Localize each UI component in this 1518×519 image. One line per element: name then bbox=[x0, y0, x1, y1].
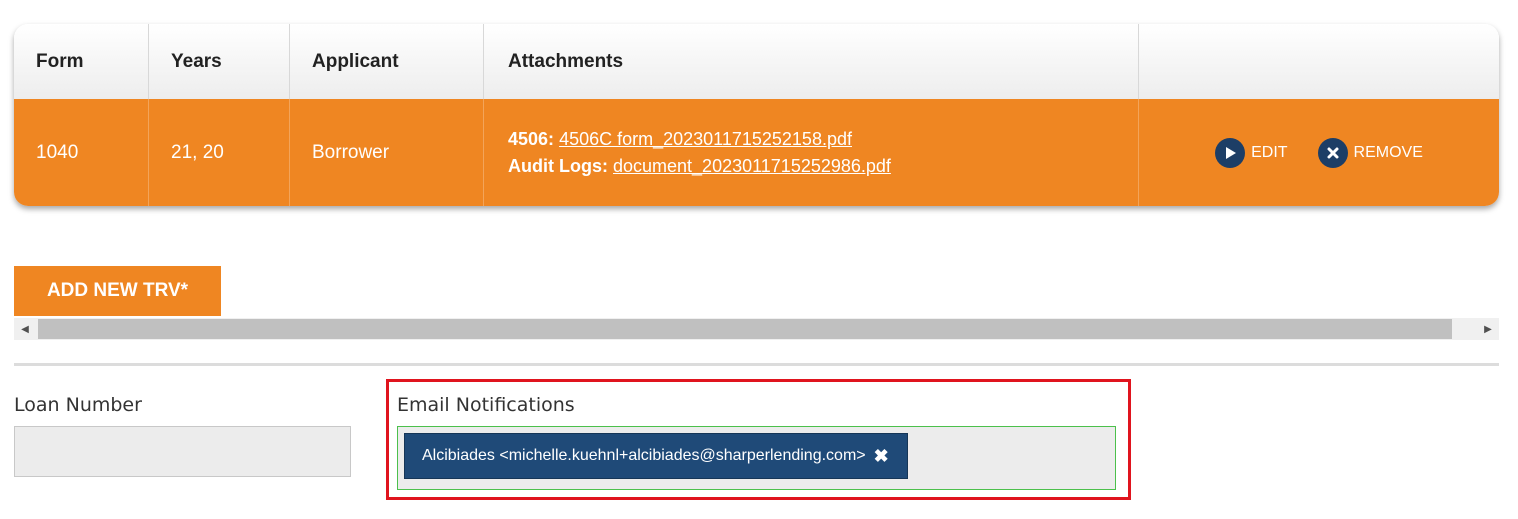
triangle-left-icon[interactable]: ◀ bbox=[14, 318, 36, 340]
x-circle-icon bbox=[1317, 137, 1348, 168]
header-years: Years bbox=[149, 24, 290, 99]
email-notifications-label: Email Notifications bbox=[397, 394, 575, 416]
attachment-link-audit-logs[interactable]: document_2023011715252986.pdf bbox=[613, 156, 891, 176]
remove-label: REMOVE bbox=[1353, 143, 1423, 161]
cell-form: 1040 bbox=[14, 99, 149, 206]
loan-number-input[interactable] bbox=[14, 426, 351, 477]
email-tag-text: Alcibiades <michelle.kuehnl+alcibiades@s… bbox=[422, 447, 866, 464]
add-new-trv-button[interactable]: ADD NEW TRV* bbox=[14, 266, 221, 316]
header-form: Form bbox=[14, 24, 149, 99]
attachment-audit-logs: Audit Logs: document_2023011715252986.pd… bbox=[508, 156, 891, 177]
email-tag: Alcibiades <michelle.kuehnl+alcibiades@s… bbox=[404, 433, 908, 479]
trv-table: Form Years Applicant Attachments 1040 21… bbox=[14, 24, 1499, 206]
cell-actions: EDIT REMOVE bbox=[1139, 99, 1499, 206]
email-notifications-input[interactable]: Alcibiades <michelle.kuehnl+alcibiades@s… bbox=[397, 426, 1116, 490]
header-applicant: Applicant bbox=[290, 24, 484, 99]
header-attachments: Attachments bbox=[484, 24, 1139, 99]
cell-applicant: Borrower bbox=[290, 99, 484, 206]
triangle-right-icon[interactable]: ▶ bbox=[1477, 318, 1499, 340]
scrollbar-thumb[interactable] bbox=[38, 319, 1452, 339]
close-icon[interactable]: ✖ bbox=[874, 446, 889, 467]
header-actions bbox=[1139, 24, 1499, 99]
table-header: Form Years Applicant Attachments bbox=[14, 24, 1499, 99]
remove-button[interactable]: REMOVE bbox=[1317, 137, 1423, 168]
divider bbox=[14, 363, 1499, 366]
edit-label: EDIT bbox=[1251, 143, 1288, 161]
table-row: 1040 21, 20 Borrower 4506: 4506C form_20… bbox=[14, 99, 1499, 206]
attachment-link-4506[interactable]: 4506C form_2023011715252158.pdf bbox=[559, 129, 852, 149]
attachment-4506: 4506: 4506C form_2023011715252158.pdf bbox=[508, 129, 891, 150]
play-circle-icon bbox=[1215, 137, 1246, 168]
attachment-label: Audit Logs: bbox=[508, 155, 608, 176]
horizontal-scrollbar[interactable]: ◀ ▶ bbox=[14, 318, 1499, 340]
edit-button[interactable]: EDIT bbox=[1215, 137, 1288, 168]
loan-number-label: Loan Number bbox=[14, 394, 142, 416]
cell-attachments: 4506: 4506C form_2023011715252158.pdf Au… bbox=[484, 99, 1139, 206]
attachment-label: 4506: bbox=[508, 128, 555, 149]
cell-years: 21, 20 bbox=[149, 99, 290, 206]
page: Form Years Applicant Attachments 1040 21… bbox=[0, 0, 1518, 519]
